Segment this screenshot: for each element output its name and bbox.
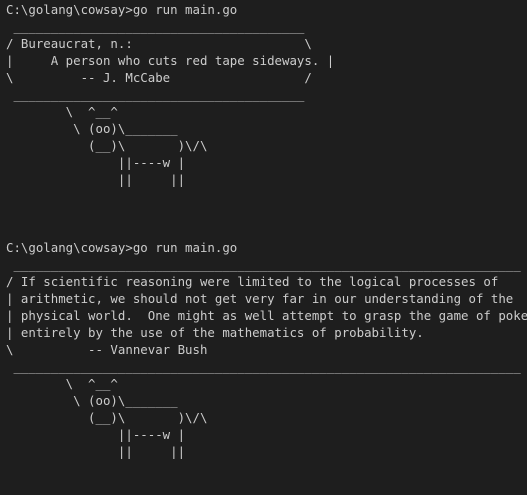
- output-line: \ (oo)\_______: [6, 121, 178, 136]
- output-line: \ -- Vannevar Bush /: [6, 342, 527, 357]
- output-line: ________________________________________…: [6, 359, 521, 374]
- command-session-1: C:\golang\cowsay>go run main.go ________…: [6, 1, 521, 188]
- command-text: go run main.go: [132, 2, 238, 17]
- prompt-path: C:\golang\cowsay>: [6, 240, 133, 255]
- output-line: \ ^__^: [6, 376, 118, 391]
- output-line: | entirely by the use of the mathematics…: [6, 325, 527, 340]
- output-line: \ -- J. McCabe /: [6, 70, 312, 85]
- output-line: \ ^__^: [6, 104, 118, 119]
- prompt-line: C:\golang\cowsay>go run main.go: [6, 239, 521, 256]
- output-line: \ (oo)\_______: [6, 393, 178, 408]
- output-line: (__)\ )\/\: [6, 138, 208, 153]
- output-line: | physical world. One might as well atte…: [6, 308, 527, 323]
- output-line: _______________________________________: [6, 19, 305, 34]
- output-line: ||----w |: [6, 155, 186, 170]
- output-line: / Bureaucrat, n.: \: [6, 36, 312, 51]
- output-line: (__)\ )\/\: [6, 410, 208, 425]
- command-text: go run main.go: [132, 240, 238, 255]
- prompt-line: C:\golang\cowsay>go run main.go: [6, 1, 521, 18]
- output-line: / If scientific reasoning were limited t…: [6, 274, 527, 289]
- output-line: || ||: [6, 172, 186, 187]
- command-session-2: C:\golang\cowsay>go run main.go ________…: [6, 239, 527, 460]
- prompt-path: C:\golang\cowsay>: [6, 2, 133, 17]
- output-line: | A person who cuts red tape sideways. |: [6, 53, 335, 68]
- output-line: ________________________________________…: [6, 257, 521, 272]
- output-line: | arithmetic, we should not get very far…: [6, 291, 527, 306]
- terminal-window[interactable]: C:\golang\cowsay>go run main.go ________…: [6, 1, 527, 460]
- output-line: _______________________________________: [6, 87, 305, 102]
- output-line: || ||: [6, 444, 186, 459]
- output-line: ||----w |: [6, 427, 186, 442]
